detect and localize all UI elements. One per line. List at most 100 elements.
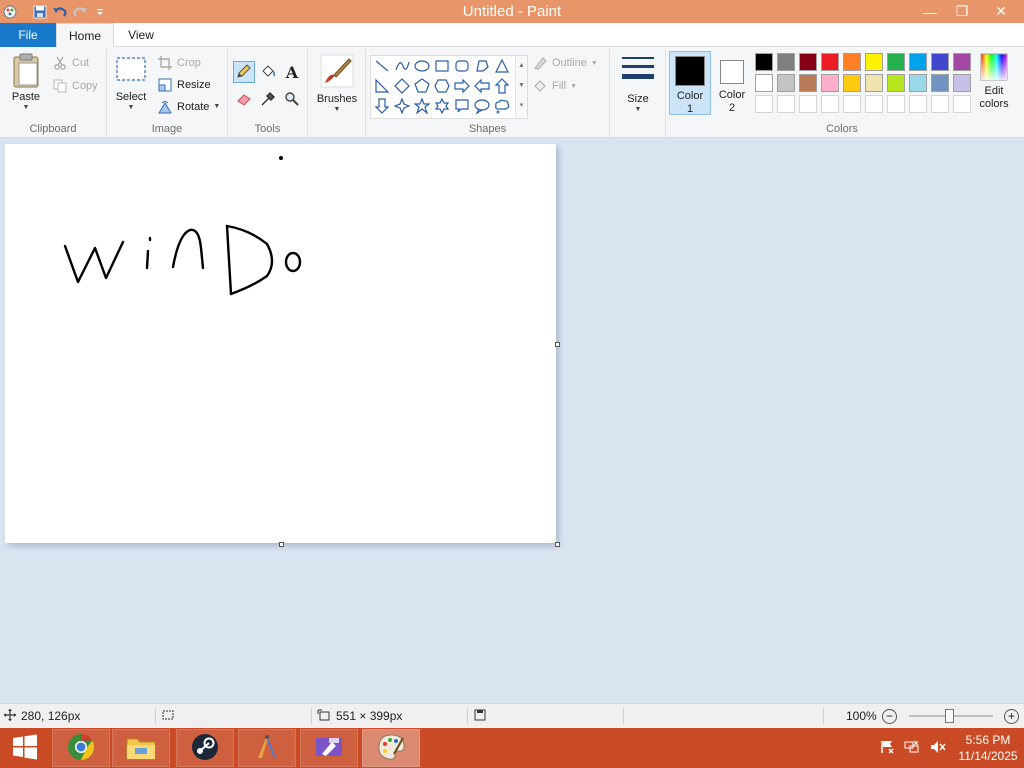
up-arrow-shape[interactable] bbox=[492, 77, 512, 97]
rounded-callout-shape[interactable] bbox=[452, 97, 472, 117]
six-point-star-shape[interactable] bbox=[432, 97, 452, 117]
copy-button[interactable]: Copy bbox=[52, 76, 98, 96]
gallery-expand-icon[interactable]: ▾ bbox=[516, 96, 527, 116]
palette-swatch[interactable] bbox=[887, 74, 905, 92]
five-point-star-shape[interactable] bbox=[412, 96, 432, 117]
custom-color-slot[interactable] bbox=[909, 95, 927, 113]
palette-swatch[interactable] bbox=[755, 53, 773, 71]
palette-swatch[interactable] bbox=[931, 74, 949, 92]
taskbar-steam[interactable] bbox=[176, 729, 234, 767]
crop-button[interactable]: Crop bbox=[157, 53, 201, 73]
palette-swatch[interactable] bbox=[843, 53, 861, 71]
taskbar-app-tools[interactable] bbox=[238, 729, 296, 767]
zoom-slider-thumb[interactable] bbox=[945, 709, 954, 723]
brushes-button[interactable]: Brushes ▼ bbox=[314, 53, 360, 114]
custom-color-slot[interactable] bbox=[931, 95, 949, 113]
zoom-in-button[interactable]: + bbox=[1004, 704, 1019, 728]
palette-swatch[interactable] bbox=[865, 53, 883, 71]
zoom-out-button[interactable]: − bbox=[882, 704, 897, 728]
palette-swatch[interactable] bbox=[821, 74, 839, 92]
paste-button[interactable]: Paste ▼ bbox=[6, 53, 46, 112]
network-icon[interactable] bbox=[904, 740, 920, 757]
canvas-workspace[interactable] bbox=[0, 138, 1024, 703]
palette-swatch[interactable] bbox=[953, 53, 971, 71]
resize-handle-right[interactable] bbox=[555, 342, 560, 347]
oval-shape[interactable] bbox=[412, 57, 432, 77]
undo-icon[interactable] bbox=[52, 4, 68, 20]
action-center-flag-icon[interactable] bbox=[880, 740, 894, 757]
cloud-callout-shape[interactable] bbox=[492, 97, 512, 117]
eraser-tool[interactable] bbox=[233, 89, 255, 111]
palette-swatch[interactable] bbox=[953, 74, 971, 92]
custom-color-slot[interactable] bbox=[865, 95, 883, 113]
edit-colors-button[interactable]: Edit colors bbox=[974, 53, 1014, 111]
palette-swatch[interactable] bbox=[821, 53, 839, 71]
shapes-gallery[interactable]: ▲ ▼ ▾ bbox=[370, 55, 528, 119]
palette-swatch[interactable] bbox=[799, 74, 817, 92]
resize-handle-corner[interactable] bbox=[555, 542, 560, 547]
drawing-canvas[interactable] bbox=[5, 144, 556, 543]
outline-button[interactable]: Outline ▼ bbox=[532, 53, 598, 73]
scroll-up-icon[interactable]: ▲ bbox=[516, 56, 527, 76]
curve-shape[interactable] bbox=[392, 57, 412, 77]
palette-swatch[interactable] bbox=[777, 74, 795, 92]
oval-callout-shape[interactable] bbox=[472, 97, 492, 117]
maximize-button[interactable]: ❐ bbox=[946, 0, 978, 23]
resize-button[interactable]: Resize bbox=[157, 75, 211, 95]
polygon-shape[interactable] bbox=[472, 57, 492, 77]
cut-button[interactable]: Cut bbox=[52, 53, 89, 73]
resize-handle-bottom[interactable] bbox=[279, 542, 284, 547]
tab-view[interactable]: View bbox=[114, 23, 168, 47]
fill-button[interactable]: Fill ▼ bbox=[532, 76, 577, 96]
rectangle-shape[interactable] bbox=[432, 57, 452, 77]
down-arrow-shape[interactable] bbox=[372, 97, 392, 117]
taskbar-clock[interactable]: 5:56 PM 11/14/2025 bbox=[952, 732, 1024, 764]
pentagon-shape[interactable] bbox=[412, 77, 432, 97]
palette-swatch[interactable] bbox=[843, 74, 861, 92]
palette-swatch[interactable] bbox=[777, 53, 795, 71]
color1-button[interactable]: Color 1 bbox=[669, 51, 711, 115]
right-triangle-shape[interactable] bbox=[372, 77, 392, 97]
taskbar-file-explorer[interactable] bbox=[112, 729, 170, 767]
volume-muted-icon[interactable] bbox=[930, 740, 946, 757]
close-button[interactable]: ✕ bbox=[978, 0, 1024, 23]
scroll-down-icon[interactable]: ▼ bbox=[516, 76, 527, 96]
tab-file[interactable]: File bbox=[0, 23, 56, 47]
palette-swatch[interactable] bbox=[909, 53, 927, 71]
line-shape[interactable] bbox=[372, 57, 392, 77]
custom-color-slot[interactable] bbox=[799, 95, 817, 113]
fill-tool[interactable] bbox=[257, 61, 279, 83]
color-picker-tool[interactable] bbox=[257, 89, 279, 111]
taskbar-chrome[interactable] bbox=[52, 729, 110, 767]
paint-app-icon[interactable] bbox=[2, 4, 18, 20]
save-icon[interactable] bbox=[32, 4, 48, 20]
palette-swatch[interactable] bbox=[755, 74, 773, 92]
custom-color-slot[interactable] bbox=[821, 95, 839, 113]
customize-qat-icon[interactable] bbox=[92, 4, 108, 20]
right-arrow-shape[interactable] bbox=[452, 77, 472, 97]
custom-color-slot[interactable] bbox=[953, 95, 971, 113]
tab-home[interactable]: Home bbox=[56, 23, 114, 48]
taskbar-visual-studio[interactable] bbox=[300, 729, 358, 767]
size-button[interactable]: Size ▼ bbox=[618, 53, 658, 114]
rotate-button[interactable]: Rotate ▼ bbox=[157, 97, 220, 117]
palette-swatch[interactable] bbox=[865, 74, 883, 92]
hexagon-shape[interactable] bbox=[432, 77, 452, 97]
custom-color-slot[interactable] bbox=[887, 95, 905, 113]
pencil-tool[interactable] bbox=[233, 61, 255, 83]
palette-swatch[interactable] bbox=[931, 53, 949, 71]
redo-icon[interactable] bbox=[72, 4, 88, 20]
minimize-button[interactable]: — bbox=[914, 0, 946, 23]
select-button[interactable]: Select ▼ bbox=[113, 55, 149, 112]
custom-color-slot[interactable] bbox=[755, 95, 773, 113]
shapes-gallery-scrollbar[interactable]: ▲ ▼ ▾ bbox=[515, 56, 527, 118]
palette-swatch[interactable] bbox=[799, 53, 817, 71]
left-arrow-shape[interactable] bbox=[472, 77, 492, 97]
magnifier-tool[interactable] bbox=[281, 89, 303, 111]
palette-swatch[interactable] bbox=[909, 74, 927, 92]
palette-swatch[interactable] bbox=[887, 53, 905, 71]
triangle-shape[interactable] bbox=[492, 57, 512, 77]
text-tool[interactable]: A bbox=[281, 61, 303, 83]
custom-color-slot[interactable] bbox=[777, 95, 795, 113]
rounded-rectangle-shape[interactable] bbox=[452, 57, 472, 77]
